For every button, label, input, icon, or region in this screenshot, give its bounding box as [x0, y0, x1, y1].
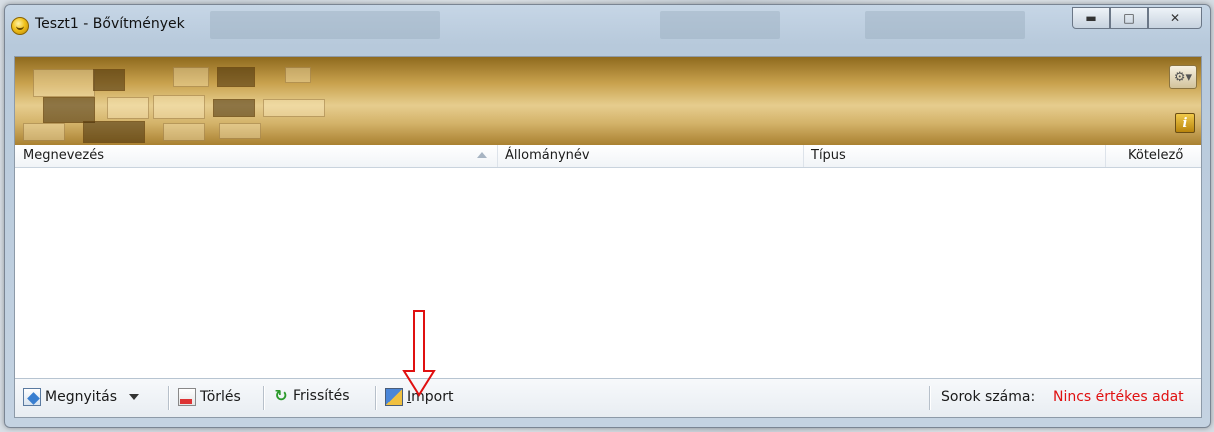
- chevron-down-icon[interactable]: [129, 394, 139, 400]
- background-window-ghost: [660, 11, 780, 39]
- annotation-arrow: [402, 310, 436, 397]
- column-separator[interactable]: [1105, 145, 1106, 167]
- sort-ascending-icon: [477, 152, 487, 158]
- close-button[interactable]: ✕: [1148, 7, 1202, 29]
- grid-header: Megnevezés Állománynév Típus Kötelező: [15, 145, 1201, 168]
- refresh-label: Frissítés: [293, 388, 350, 404]
- toolbar-separator: [929, 386, 931, 410]
- row-count-label: Sorok száma:: [941, 389, 1036, 405]
- app-icon: [11, 17, 29, 35]
- settings-button[interactable]: ⚙▾: [1169, 65, 1197, 89]
- data-grid[interactable]: [15, 168, 1201, 378]
- column-separator[interactable]: [803, 145, 804, 167]
- toolbar-separator: [375, 386, 377, 410]
- minimize-button[interactable]: ▬: [1072, 7, 1110, 29]
- bottom-toolbar: Megnyitás Törlés ↻ Frissítés Import Soro…: [15, 378, 1201, 417]
- window-controls: ▬ □ ✕: [1072, 7, 1202, 29]
- refresh-icon: ↻: [274, 386, 288, 405]
- title-bar[interactable]: Teszt1 - Bővítmények ▬ □ ✕: [5, 5, 1210, 47]
- column-header-kotelezo[interactable]: Kötelező: [1128, 148, 1183, 163]
- column-separator[interactable]: [497, 145, 498, 167]
- window-title: Teszt1 - Bővítmények: [35, 16, 185, 32]
- maximize-button[interactable]: □: [1110, 7, 1148, 29]
- app-window: Teszt1 - Bővítmények ▬ □ ✕ ⚙▾ i Megnevez…: [4, 4, 1211, 428]
- refresh-button[interactable]: ↻ Frissítés: [273, 386, 350, 405]
- banner-logo: [23, 61, 363, 143]
- import-icon: [385, 388, 403, 406]
- toolbar-separator: [168, 386, 170, 410]
- minimize-icon: ▬: [1085, 11, 1097, 25]
- background-window-ghost: [865, 11, 1025, 39]
- background-window-ghost: [210, 11, 440, 39]
- gear-icon: ⚙▾: [1173, 69, 1193, 85]
- info-button[interactable]: i: [1175, 113, 1195, 133]
- close-icon: ✕: [1169, 11, 1181, 25]
- open-label: Megnyitás: [45, 389, 117, 405]
- column-header-megnevezes[interactable]: Megnevezés: [23, 148, 104, 163]
- client-area: ⚙▾ i Megnevezés Állománynév Típus Kötele…: [14, 56, 1202, 418]
- maximize-icon: □: [1123, 11, 1135, 25]
- open-button[interactable]: Megnyitás: [23, 388, 139, 406]
- delete-label: Törlés: [200, 389, 241, 405]
- column-header-tipus[interactable]: Típus: [811, 148, 846, 163]
- row-count-value: Nincs értékes adat: [1053, 389, 1184, 405]
- info-icon: i: [1182, 115, 1188, 131]
- toolbar-separator: [263, 386, 265, 410]
- open-document-icon: [23, 388, 41, 406]
- header-banner: ⚙▾ i: [15, 57, 1201, 145]
- column-header-allomanynev[interactable]: Állománynév: [505, 148, 590, 163]
- delete-document-icon: [178, 388, 196, 406]
- delete-button[interactable]: Törlés: [178, 388, 241, 406]
